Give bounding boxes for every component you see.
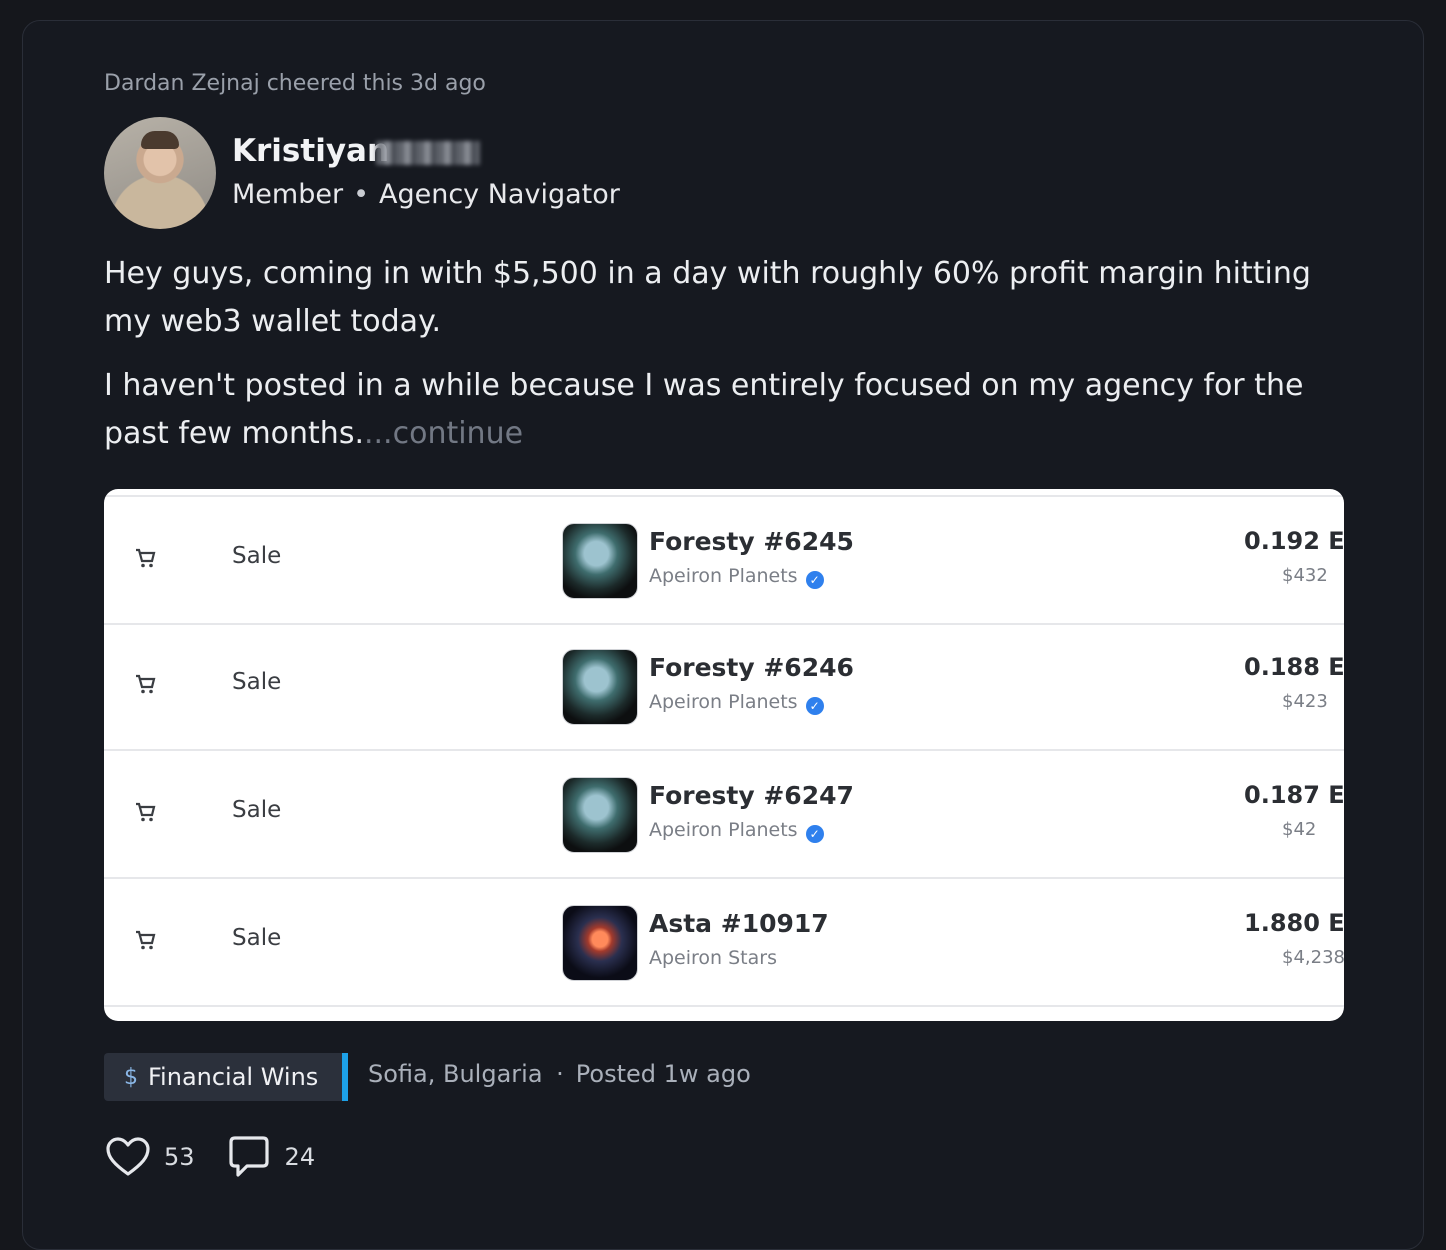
cart-icon bbox=[136, 548, 156, 568]
collection-label: Apeiron Planets bbox=[649, 819, 798, 841]
level-title: Agency Navigator bbox=[379, 179, 620, 210]
avatar[interactable] bbox=[104, 117, 216, 229]
event-label: Sale bbox=[232, 669, 282, 695]
post-meta: Sofia, Bulgaria · Posted 1w ago bbox=[368, 1060, 751, 1088]
sale-row: Sale Foresty #6245 Apeiron Planets ✓ 0.19… bbox=[104, 495, 1344, 625]
sale-row: Sale Foresty #6247 Apeiron Planets ✓ 0.18… bbox=[104, 751, 1344, 879]
item-name: Foresty #6245 bbox=[649, 527, 854, 556]
sale-row: Sale Foresty #6246 Apeiron Planets ✓ 0.18… bbox=[104, 623, 1344, 751]
blurred-surname bbox=[376, 141, 480, 165]
category-label: Financial Wins bbox=[148, 1063, 319, 1091]
sale-row: Sale Asta #10917 Apeiron Stars 1.880 E $… bbox=[104, 879, 1344, 1007]
price-eth: 0.187 E bbox=[1244, 781, 1344, 809]
nft-thumbnail bbox=[562, 777, 638, 853]
continue-link[interactable]: ...continue bbox=[364, 416, 523, 451]
collection-label: Apeiron Stars bbox=[649, 947, 777, 969]
cart-icon bbox=[136, 674, 156, 694]
verified-icon: ✓ bbox=[805, 697, 824, 715]
posted-time: Posted 1w ago bbox=[575, 1060, 751, 1088]
category-tag[interactable]: $ Financial Wins bbox=[104, 1053, 348, 1101]
collection-name: Apeiron Planets ✓ bbox=[649, 565, 824, 589]
event-label: Sale bbox=[232, 543, 282, 569]
event-label: Sale bbox=[232, 925, 282, 951]
price-usd: $42 bbox=[1282, 819, 1317, 840]
verified-icon: ✓ bbox=[805, 825, 824, 843]
item-name: Foresty #6246 bbox=[649, 653, 854, 682]
post-paragraph-2: I haven't posted in a while because I wa… bbox=[104, 362, 1354, 458]
collection-name: Apeiron Stars bbox=[649, 947, 777, 969]
item-name: Foresty #6247 bbox=[649, 781, 854, 810]
price-eth: 0.192 E bbox=[1244, 527, 1344, 555]
nft-thumbnail bbox=[562, 649, 638, 725]
cheer-notice: Dardan Zejnaj cheered this 3d ago bbox=[104, 71, 486, 96]
collection-label: Apeiron Planets bbox=[649, 565, 798, 587]
nft-thumbnail bbox=[562, 905, 638, 981]
item-name: Asta #10917 bbox=[649, 909, 829, 938]
collection-name: Apeiron Planets ✓ bbox=[649, 819, 824, 843]
comment-icon[interactable] bbox=[225, 1133, 273, 1181]
member-label: Member bbox=[232, 179, 344, 210]
author-role: Member • Agency Navigator bbox=[232, 179, 620, 210]
separator-dot: • bbox=[353, 179, 369, 210]
collection-name: Apeiron Planets ✓ bbox=[649, 691, 824, 715]
nft-thumbnail bbox=[562, 523, 638, 599]
heart-icon[interactable] bbox=[104, 1133, 152, 1181]
price-usd: $432 bbox=[1282, 565, 1328, 586]
post-image[interactable]: Sale Foresty #6245 Apeiron Planets ✓ 0.19… bbox=[104, 489, 1344, 1021]
author-name[interactable]: Kristiyan bbox=[232, 133, 389, 169]
meta-separator: · bbox=[548, 1060, 564, 1088]
cart-icon bbox=[136, 802, 156, 822]
collection-label: Apeiron Planets bbox=[649, 691, 798, 713]
cart-icon bbox=[136, 930, 156, 950]
location: Sofia, Bulgaria bbox=[368, 1060, 543, 1088]
price-eth: 1.880 E bbox=[1244, 909, 1344, 937]
price-eth: 0.188 E bbox=[1244, 653, 1344, 681]
event-label: Sale bbox=[232, 797, 282, 823]
money-bag-icon: $ bbox=[124, 1064, 138, 1090]
like-count: 53 bbox=[164, 1143, 195, 1171]
price-usd: $4,238 bbox=[1282, 947, 1344, 968]
verified-icon: ✓ bbox=[805, 571, 824, 589]
paragraph-2-text: I haven't posted in a while because I wa… bbox=[104, 368, 1304, 451]
comment-count: 24 bbox=[284, 1143, 316, 1171]
post-actions: 53 24 bbox=[104, 1133, 345, 1181]
post-paragraph-1: Hey guys, coming in with $5,500 in a day… bbox=[104, 256, 1311, 339]
price-usd: $423 bbox=[1282, 691, 1328, 712]
